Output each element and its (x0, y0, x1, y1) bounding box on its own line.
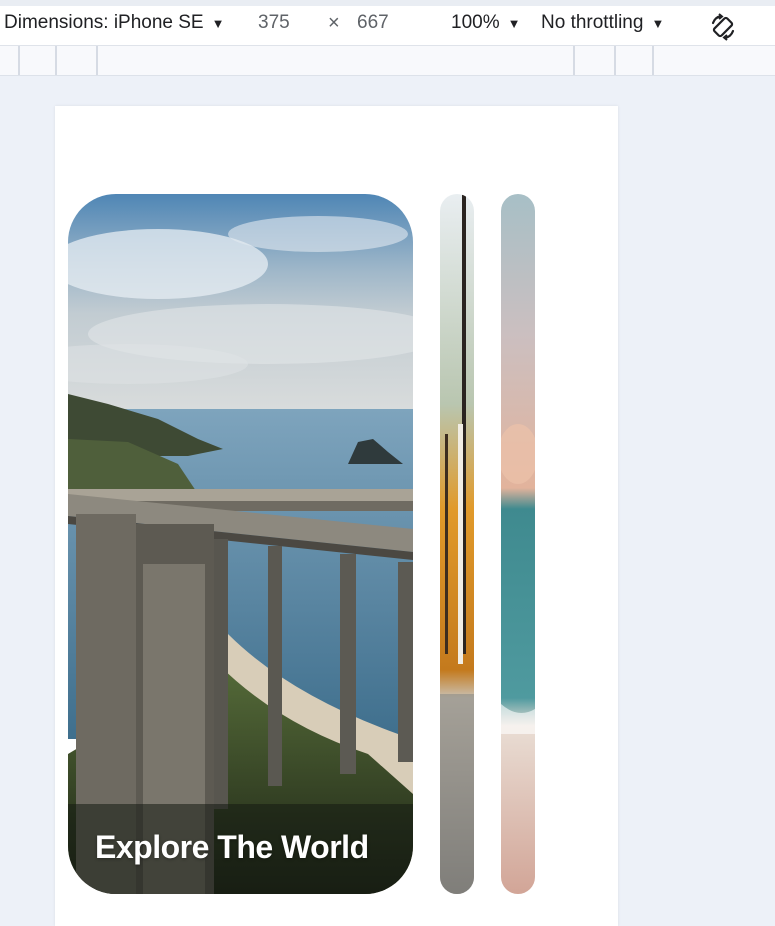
beach-sunset-image (501, 194, 535, 894)
autumn-forest-image (440, 194, 474, 894)
times-separator: × (328, 12, 340, 34)
ruler-marker (573, 46, 575, 75)
device-dimensions-dropdown[interactable]: Dimensions: iPhone SE ▼ (4, 12, 224, 34)
width-input[interactable]: 375 (258, 12, 290, 34)
media-query-ruler[interactable] (0, 46, 775, 76)
ruler-marker (96, 46, 98, 75)
ruler-marker (55, 46, 57, 75)
throttling-label: No throttling (541, 12, 644, 33)
throttling-dropdown[interactable]: No throttling ▼ (541, 12, 664, 34)
devtools-device-toolbar: Dimensions: iPhone SE ▼ 375 × 667 100% ▼… (0, 0, 775, 46)
carousel-card-forest[interactable] (440, 194, 474, 894)
height-value: 667 (357, 12, 389, 33)
card-title: Explore The World (95, 829, 369, 865)
zoom-caret-icon: ▼ (507, 15, 521, 31)
zoom-dropdown[interactable]: 100% ▼ (451, 12, 520, 34)
dimensions-label: Dimensions: iPhone SE (4, 12, 204, 33)
carousel-card-active[interactable]: Explore The World (68, 194, 413, 894)
height-input[interactable]: 667 (357, 12, 389, 34)
ruler-marker (18, 46, 20, 75)
ruler-marker (614, 46, 616, 75)
throttling-caret-icon: ▼ (651, 15, 665, 31)
dimensions-caret-icon: ▼ (211, 15, 225, 31)
carousel-card-beach[interactable] (501, 194, 535, 894)
width-value: 375 (258, 12, 290, 33)
rotate-icon[interactable] (709, 13, 737, 41)
device-viewport: Explore The World (55, 106, 618, 926)
zoom-label: 100% (451, 12, 500, 33)
coastal-bridge-image (68, 194, 413, 894)
ruler-marker (652, 46, 654, 75)
